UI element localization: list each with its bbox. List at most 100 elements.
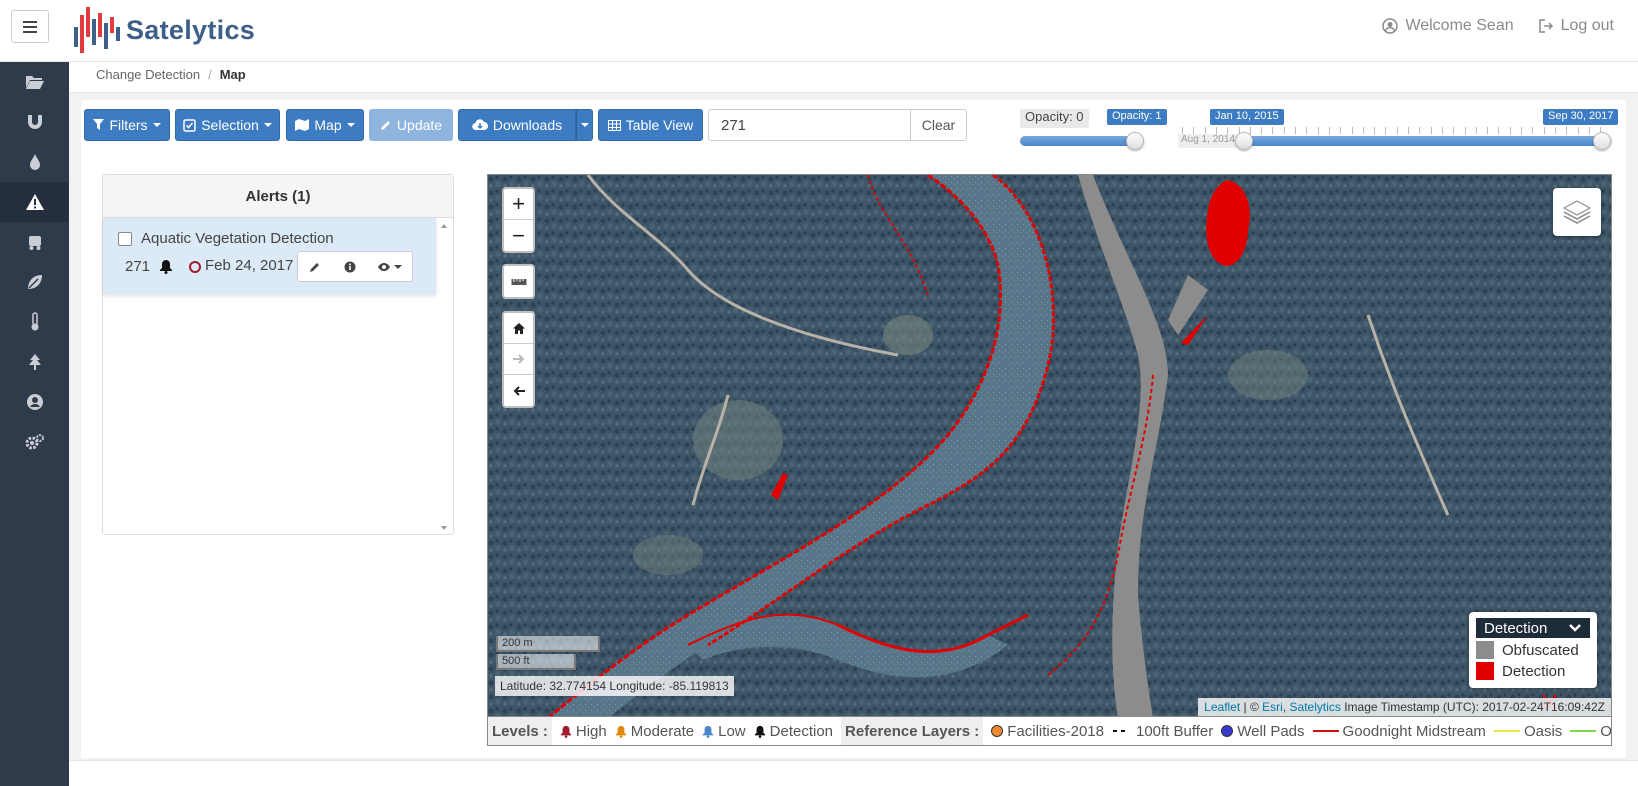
alert-checkbox[interactable]: [118, 232, 132, 246]
bell-icon: [160, 260, 172, 274]
green-line-icon: [1570, 730, 1597, 732]
ruler-icon: [511, 278, 526, 285]
ref-layer-oasis[interactable]: Oasis: [1493, 723, 1562, 740]
clear-button[interactable]: Clear: [911, 109, 967, 141]
update-label: Update: [396, 117, 443, 133]
selection-button[interactable]: Selection: [175, 109, 280, 141]
well-pads-dot-icon: [1221, 725, 1234, 737]
slider-tick: [1193, 127, 1195, 134]
ref-layer-facilities[interactable]: Facilities-2018: [991, 723, 1104, 740]
slider-tick: [1419, 127, 1421, 134]
cogs-icon: [25, 434, 44, 450]
ref-layer-well-pads[interactable]: Well Pads: [1221, 723, 1305, 740]
folder-open-icon: [25, 76, 44, 89]
sidebar-item-projects[interactable]: [0, 62, 69, 102]
scale-bar-metric: 200 m: [496, 636, 600, 652]
filters-button[interactable]: Filters: [84, 109, 170, 141]
detection-legend-toggle[interactable]: Detection: [1476, 618, 1590, 638]
sidebar-item-temperature[interactable]: [0, 302, 69, 342]
slider-tick: [1204, 127, 1206, 134]
forward-button[interactable]: [504, 344, 533, 375]
ref-layer-oneok[interactable]: ONEOK: [1570, 723, 1611, 740]
sidebar-item-oil[interactable]: [0, 142, 69, 182]
leaf-icon: [27, 275, 42, 289]
slider-tick: [1351, 127, 1353, 134]
slider-tick: [1283, 127, 1285, 134]
welcome-user[interactable]: Welcome Sean: [1382, 17, 1514, 35]
legend-label: Obfuscated: [1502, 641, 1579, 659]
layers-control-button[interactable]: [1553, 188, 1601, 236]
map-button[interactable]: Map: [286, 109, 364, 141]
date-slider-start-handle[interactable]: [1235, 132, 1253, 150]
slider-tick: [1566, 127, 1568, 134]
chevron-down-icon: [580, 123, 589, 127]
level-high: High: [560, 723, 607, 740]
slider-tick: [1272, 127, 1274, 134]
layers-icon: [1562, 200, 1592, 224]
leaflet-link[interactable]: Leaflet: [1204, 700, 1240, 714]
satelytics-link[interactable]: Satelytics: [1290, 700, 1341, 714]
chevron-down-icon: [1569, 624, 1581, 632]
esri-link[interactable]: Esri: [1262, 700, 1283, 714]
scale-bar-imperial: 500 ft: [496, 654, 576, 670]
sidebar-item-vegetation[interactable]: [0, 262, 69, 302]
app-logo[interactable]: Satelytics: [72, 4, 255, 56]
map-legend-bar: Levels : High Moderate Low Detection Ref…: [487, 717, 1612, 746]
attribution-separator: | ©: [1240, 700, 1263, 714]
sidebar-item-users[interactable]: [0, 382, 69, 422]
update-button[interactable]: Update: [369, 109, 453, 141]
alert-list-item[interactable]: Aquatic Vegetation Detection 271 Feb 24,…: [103, 218, 436, 294]
home-button[interactable]: [504, 313, 533, 344]
slider-tick: [1509, 127, 1511, 134]
back-button[interactable]: [504, 375, 533, 406]
chevron-down-icon: [346, 123, 355, 127]
drop-icon: [29, 154, 40, 170]
satellite-imagery: [488, 175, 1611, 716]
logout-label: Log out: [1560, 17, 1614, 34]
slider-tick: [1554, 127, 1556, 134]
slider-tick: [1532, 127, 1534, 134]
downloads-dropdown-toggle[interactable]: [576, 109, 593, 141]
table-view-button[interactable]: Table View: [598, 109, 703, 141]
slider-tick: [1475, 127, 1477, 134]
sidebar-item-alerts[interactable]: [0, 182, 69, 222]
edit-alert-button[interactable]: [297, 251, 333, 282]
image-timestamp: Image Timestamp (UTC): 2017-02-24T16:09:…: [1340, 700, 1605, 714]
alert-view-dropdown[interactable]: [367, 251, 413, 282]
sidebar-item-magnet[interactable]: [0, 102, 69, 142]
alert-info-button[interactable]: [332, 251, 368, 282]
chevron-down-icon: [152, 123, 161, 127]
zoom-out-button[interactable]: −: [504, 220, 533, 251]
measure-control: [502, 264, 535, 299]
app-name: Satelytics: [126, 14, 256, 45]
ref-layer-buffer[interactable]: 100ft Buffer: [1112, 723, 1213, 740]
slider-tick: [1295, 127, 1296, 134]
map-view[interactable]: + − 200 m 500 ft Latitude: 32.774154 Lon…: [487, 174, 1612, 717]
pencil-icon: [310, 262, 319, 272]
thermometer-icon: [31, 312, 38, 331]
zoom-in-button[interactable]: +: [504, 189, 533, 220]
opacity-slider-handle[interactable]: [1126, 132, 1144, 150]
sidebar-item-vehicle[interactable]: [0, 222, 69, 262]
welcome-label: Welcome Sean: [1405, 17, 1514, 34]
level-label: Low: [718, 722, 746, 740]
logout-link[interactable]: Log out: [1538, 17, 1614, 35]
breadcrumb-parent[interactable]: Change Detection: [96, 67, 200, 82]
map-icon: [295, 119, 310, 131]
downloads-button[interactable]: Downloads: [458, 109, 576, 141]
legend-item-obfuscated: Obfuscated: [1476, 641, 1590, 659]
alerts-scrollbar[interactable]: [435, 218, 453, 534]
ref-layer-label: 100ft Buffer: [1135, 722, 1214, 740]
ref-layer-goodnight[interactable]: Goodnight Midstream: [1312, 723, 1486, 740]
cursor-coordinates: Latitude: 32.774154 Longitude: -85.11981…: [495, 676, 734, 696]
alert-title: Aquatic Vegetation Detection: [141, 230, 334, 247]
satelytics-logo-icon: [74, 7, 120, 53]
sidebar-item-trees[interactable]: [0, 342, 69, 382]
alert-search-input[interactable]: [708, 109, 911, 141]
slider-tick: [1487, 127, 1489, 134]
measure-ruler-button[interactable]: [504, 266, 533, 297]
date-slider-end-handle[interactable]: [1593, 132, 1611, 150]
menu-toggle-button[interactable]: [11, 10, 49, 43]
date-end-label: Sep 30, 2017: [1543, 109, 1619, 125]
sidebar-item-settings[interactable]: [0, 422, 69, 462]
